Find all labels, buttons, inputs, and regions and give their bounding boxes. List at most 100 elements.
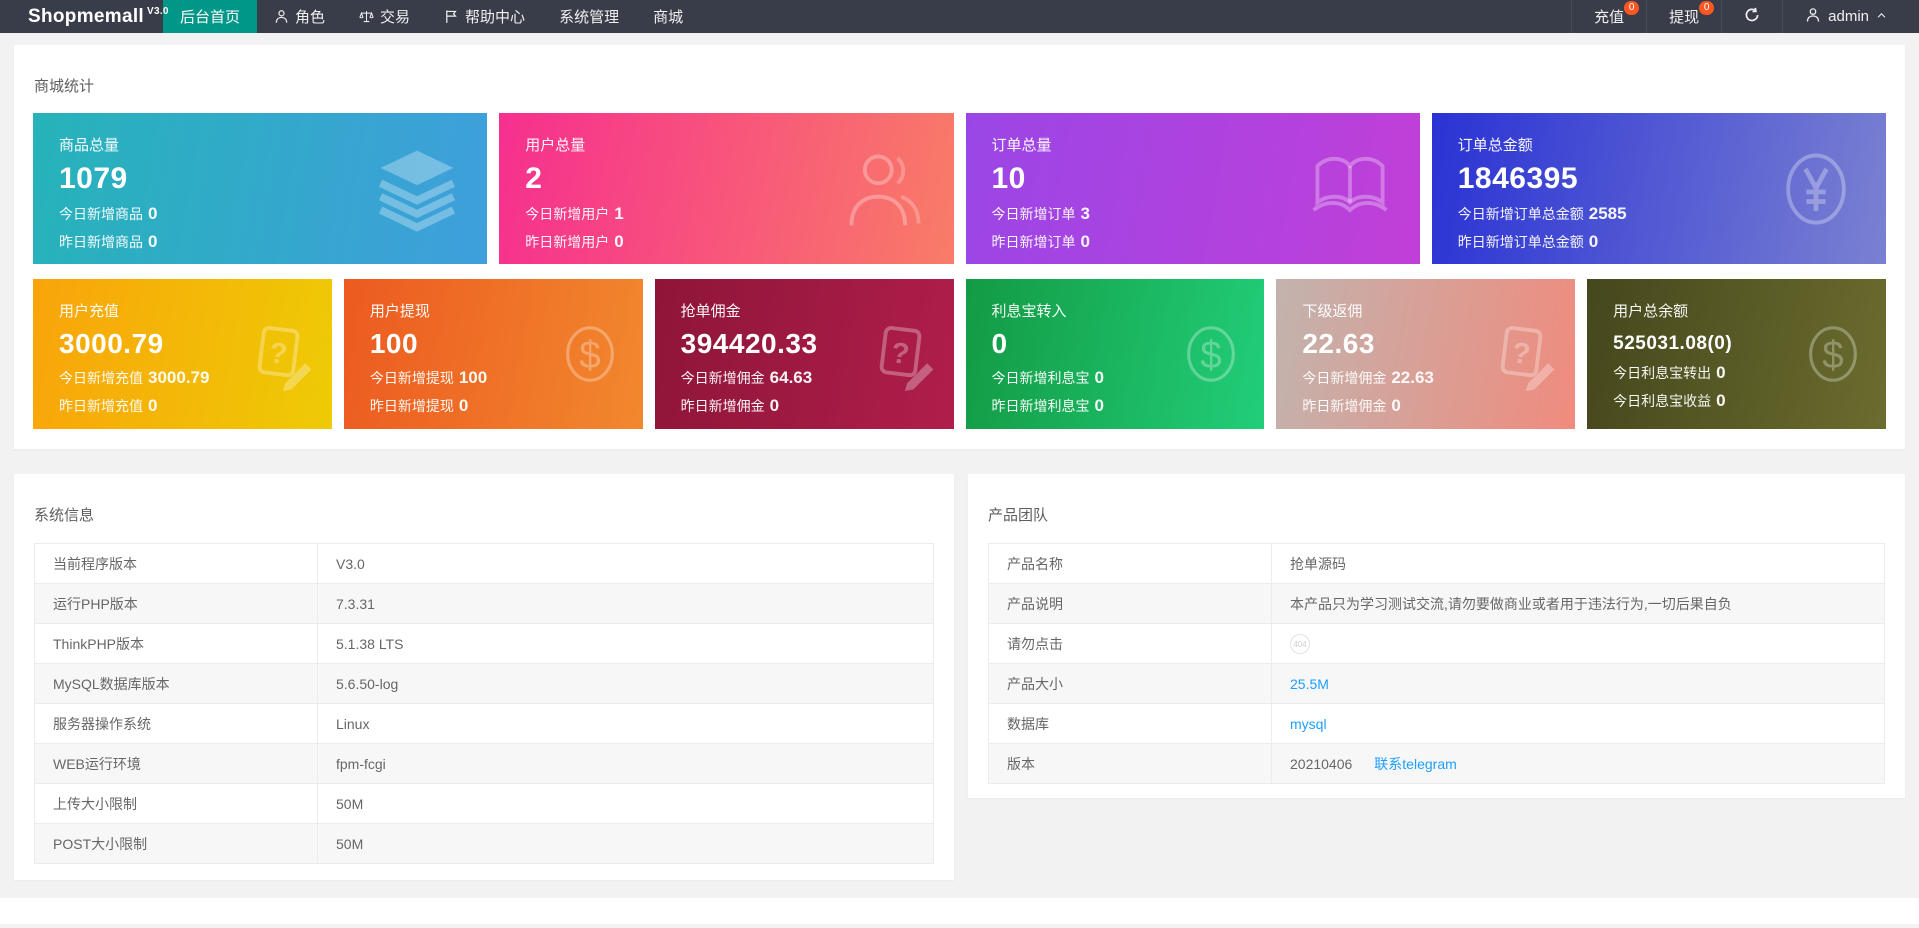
value-text: fpm-fcgi: [336, 755, 386, 772]
row-label: ThinkPHP版本: [34, 623, 318, 664]
subline-value: 100: [458, 368, 488, 387]
user-name: admin: [1828, 8, 1869, 25]
subline-value: 1: [614, 204, 624, 223]
row-value: 5.6.50-log: [317, 663, 934, 704]
system-info-title: 系统信息: [34, 507, 95, 524]
telegram-link[interactable]: 联系telegram: [1374, 756, 1456, 772]
stat-card-subline: 昨日新增佣金 0: [1302, 396, 1575, 416]
subline-value: 0: [1094, 368, 1104, 387]
subline-label: 今日利息宝收益: [1613, 393, 1712, 409]
subline-value: 0: [1094, 396, 1104, 415]
nav-item-1[interactable]: 角色: [257, 0, 342, 33]
svg-text:$: $: [579, 334, 600, 377]
withdraw-button[interactable]: 提现 0: [1646, 0, 1721, 33]
chevron-up-icon: [1876, 8, 1887, 25]
stat-card: 用户提现 100 今日新增提现 100 昨日新增提现 0 $: [343, 279, 643, 429]
user-menu[interactable]: admin: [1782, 0, 1909, 33]
subline-value: 0: [1716, 363, 1726, 382]
table-row: 版本 20210406 联系telegram: [988, 743, 1885, 784]
dollar-circle-icon: $: [1174, 317, 1248, 391]
value-text: 5.6.50-log: [336, 675, 399, 692]
subline-label: 今日新增提现: [369, 370, 454, 386]
table-row: 产品大小 25.5M: [988, 663, 1885, 704]
row-value: 404: [1271, 623, 1885, 664]
table-row: ThinkPHP版本 5.1.38 LTS: [34, 623, 934, 664]
row-label: 服务器操作系统: [34, 703, 318, 744]
value-link[interactable]: mysql: [1290, 716, 1327, 732]
refresh-icon: [1744, 7, 1760, 27]
subline-value: 0: [1391, 396, 1401, 415]
row-value: mysql: [1271, 703, 1885, 744]
app-version: V3.0: [146, 6, 169, 17]
value-text: 抢单源码: [1290, 555, 1346, 572]
nav-item-3[interactable]: 帮助中心: [427, 0, 542, 33]
row-label: MySQL数据库版本: [34, 663, 318, 704]
stat-card-subline: 昨日新增充值 0: [59, 396, 332, 416]
row-value: fpm-fcgi: [317, 743, 934, 784]
app-logo: Shopmemall V3.0: [0, 0, 168, 33]
row-value: V3.0: [317, 543, 934, 584]
row-label: 产品说明: [988, 583, 1272, 624]
row-value: 50M: [317, 783, 934, 824]
recharge-button[interactable]: 充值 0: [1571, 0, 1646, 33]
subline-label: 今日新增商品: [59, 206, 143, 222]
row-label: 上传大小限制: [34, 783, 318, 824]
quest-doc-icon: ?: [242, 317, 316, 391]
subline-value: 0: [614, 232, 624, 251]
nav-item-label: 帮助中心: [465, 9, 526, 26]
stat-card-subline: 昨日新增订单 0: [992, 232, 1420, 252]
table-row: 当前程序版本 V3.0: [34, 543, 934, 584]
person-outline-icon: [838, 143, 930, 235]
subline-value: 0: [148, 232, 158, 251]
table-row: 请勿点击 404: [988, 623, 1885, 664]
subline-value: 0: [1080, 232, 1090, 251]
stat-card: 用户总量 2 今日新增用户 1 昨日新增用户 0: [499, 113, 954, 264]
withdraw-label: 提现: [1669, 9, 1700, 26]
nav-item-5[interactable]: 商城: [636, 0, 700, 33]
row-label: 运行PHP版本: [34, 583, 318, 624]
table-row: 产品说明 本产品只为学习测试交流,请勿要做商业或者用于违法行为,一切后果自负: [988, 583, 1885, 624]
nav-item-label: 商城: [653, 9, 684, 26]
nav-item-label: 系统管理: [559, 9, 620, 26]
stats-panel-title: 商城统计: [34, 78, 95, 95]
value-link[interactable]: 25.5M: [1290, 676, 1329, 692]
svg-text:$: $: [1201, 334, 1222, 377]
subline-value: 0: [148, 204, 158, 223]
subline-label: 今日新增利息宝: [991, 370, 1090, 386]
stat-card-subline: 昨日新增佣金 0: [681, 396, 954, 416]
row-label: 数据库: [988, 703, 1272, 744]
row-value: 25.5M: [1271, 663, 1885, 704]
row-value: 50M: [317, 823, 934, 864]
subline-label: 昨日新增佣金: [680, 398, 765, 414]
nav-item-2[interactable]: 交易: [342, 0, 427, 33]
value-text: 50M: [336, 795, 364, 812]
subline-label: 今日新增充值: [59, 370, 143, 386]
subline-label: 昨日新增佣金: [1302, 398, 1387, 414]
svg-text:?: ?: [1511, 336, 1533, 371]
subline-label: 今日新增订单总金额: [1457, 206, 1584, 222]
svg-text:?: ?: [889, 336, 911, 371]
subline-label: 昨日新增用户: [525, 234, 610, 250]
subline-label: 昨日新增充值: [59, 398, 143, 414]
value-text: 7.3.31: [336, 595, 375, 612]
product-team-panel: 产品团队 产品名称 抢单源码 产品说明 本产品只为学习测试交流,请勿要做商业或者用于违…: [968, 474, 1905, 798]
page-footer: [0, 898, 1919, 924]
nav-item-label: 后台首页: [180, 9, 241, 26]
nav-item-4[interactable]: 系统管理: [542, 0, 636, 33]
dollar-circle-icon: $: [553, 317, 627, 391]
refresh-button[interactable]: [1721, 0, 1782, 33]
system-info-panel: 系统信息 当前程序版本 V3.0 运行PHP版本 7.3.31 ThinkPHP版本 5.…: [14, 474, 954, 880]
subline-label: 今日利息宝转出: [1613, 365, 1712, 381]
dollar-circle-icon: $: [1796, 317, 1870, 391]
user-icon: [1805, 7, 1821, 27]
nav-item-0[interactable]: 后台首页: [163, 0, 258, 33]
table-row: 服务器操作系统 Linux: [34, 703, 934, 744]
badge-404[interactable]: 404: [1290, 633, 1310, 654]
stat-card-subline: 昨日新增订单总金额 0: [1458, 232, 1886, 252]
row-value: 本产品只为学习测试交流,请勿要做商业或者用于违法行为,一切后果自负: [1271, 583, 1885, 624]
value-text: 本产品只为学习测试交流,请勿要做商业或者用于违法行为,一切后果自负: [1290, 595, 1732, 612]
stat-card-subline: 今日利息宝收益 0: [1613, 391, 1886, 411]
subline-label: 今日新增订单: [991, 206, 1076, 222]
nav-menu: 后台首页 角色 交易 帮助中心 系统管理 商城: [163, 0, 700, 33]
product-team-title: 产品团队: [988, 507, 1049, 524]
